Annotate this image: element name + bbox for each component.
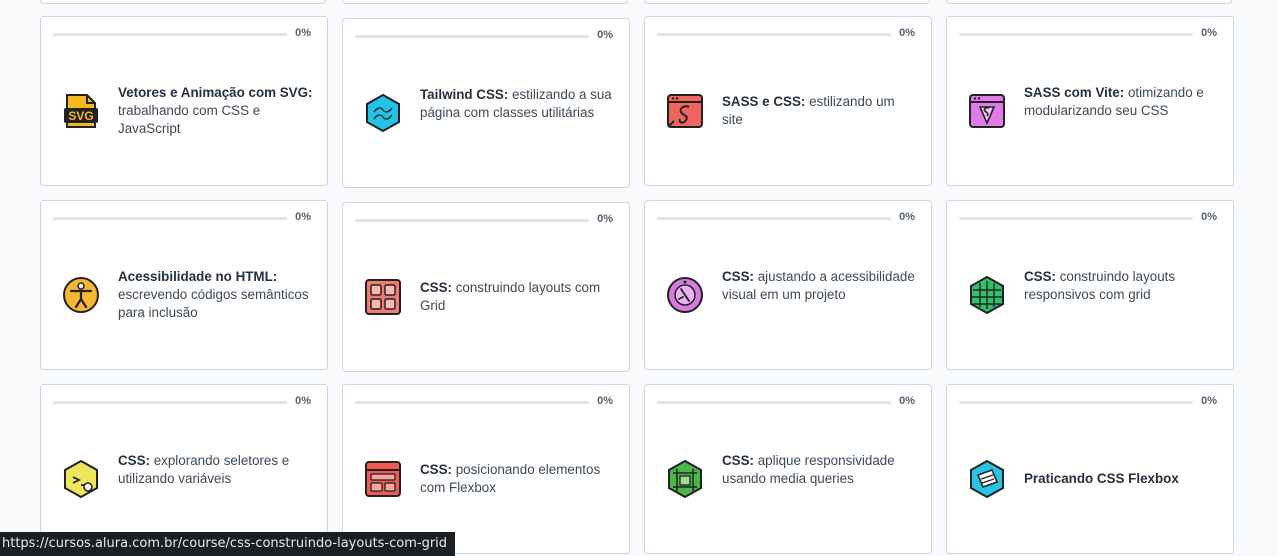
course-title: Acessibilidade no HTML: escrevendo códig… bbox=[118, 268, 314, 322]
sass-icon bbox=[665, 91, 705, 131]
progress-bar bbox=[355, 401, 589, 404]
svg-icon: SVG bbox=[61, 91, 101, 131]
progress-bar bbox=[959, 33, 1193, 36]
progress-percent: 0% bbox=[597, 213, 613, 225]
progress-percent: 0% bbox=[1201, 211, 1217, 223]
course-title-bold: CSS: bbox=[420, 462, 452, 477]
progress-bar bbox=[355, 219, 589, 222]
progress-bar bbox=[657, 33, 891, 36]
course-card[interactable]: 0% CSS: ajustando a acessibilidade visua… bbox=[644, 200, 932, 370]
progress-percent: 0% bbox=[1201, 27, 1217, 39]
card-partial-top bbox=[40, 0, 326, 4]
course-title: CSS: posicionando elementos com Flexbox bbox=[420, 461, 616, 497]
course-title-rest: trabalhando com CSS e JavaScript bbox=[118, 103, 261, 136]
course-card[interactable]: 0% CSS: explorando seletores e utilizand… bbox=[40, 384, 328, 554]
course-title-bold: CSS: bbox=[722, 453, 754, 468]
selectors-icon bbox=[61, 459, 101, 499]
course-title: SASS com Vite: otimizando e modularizand… bbox=[1024, 84, 1220, 120]
course-title: CSS: explorando seletores e utilizando v… bbox=[118, 452, 314, 488]
course-card[interactable]: 0% CSS: construindo layouts com Grid bbox=[342, 202, 630, 372]
responsive-grid-icon bbox=[967, 275, 1007, 315]
progress-percent: 0% bbox=[597, 29, 613, 41]
course-card[interactable]: 0% CSS: posicionando elementos com Flexb… bbox=[342, 384, 630, 554]
progress-percent: 0% bbox=[899, 395, 915, 407]
course-title-bold: Tailwind CSS: bbox=[420, 87, 509, 102]
course-title: CSS: ajustando a acessibilidade visual e… bbox=[722, 268, 918, 304]
status-bar-url: https://cursos.alura.com.br/course/css-c… bbox=[0, 532, 456, 556]
course-title: Praticando CSS Flexbox bbox=[1024, 470, 1220, 488]
course-title: Tailwind CSS: estilizando a sua página c… bbox=[420, 86, 616, 122]
card-partial-top bbox=[342, 0, 628, 4]
course-title-bold: Acessibilidade no HTML: bbox=[118, 269, 278, 284]
course-title: Vetores e Animação com SVG: trabalhando … bbox=[118, 84, 314, 138]
progress-bar bbox=[355, 35, 589, 38]
course-title-bold: SASS e CSS: bbox=[722, 94, 806, 109]
course-title: SASS e CSS: estilizando um site bbox=[722, 93, 918, 129]
course-card[interactable]: 0% Tailwind CSS: estilizando a sua págin… bbox=[342, 18, 630, 188]
course-card[interactable]: 0% CSS: construindo layouts responsivos … bbox=[946, 200, 1234, 370]
course-card[interactable]: 0% SVG Vetores e Animação com SVG: traba… bbox=[40, 16, 328, 186]
progress-percent: 0% bbox=[295, 211, 311, 223]
course-title-bold: Vetores e Animação com SVG: bbox=[118, 85, 313, 100]
course-title-bold: CSS: bbox=[420, 280, 452, 295]
course-card[interactable]: 0% SASS com Vite: otimizando e modulariz… bbox=[946, 16, 1234, 186]
course-title-bold: CSS: bbox=[118, 453, 150, 468]
course-title-bold: CSS: bbox=[1024, 269, 1056, 284]
course-title-bold: Praticando CSS Flexbox bbox=[1024, 471, 1179, 486]
svg-text:SVG: SVG bbox=[68, 109, 93, 123]
grid-layout-icon bbox=[363, 277, 403, 317]
progress-bar bbox=[657, 401, 891, 404]
course-title-rest: escrevendo códigos semânticos para inclu… bbox=[118, 287, 309, 320]
course-card[interactable]: 0% Praticando CSS Flexbox bbox=[946, 384, 1234, 554]
progress-bar bbox=[53, 401, 287, 404]
visual-accessibility-icon bbox=[665, 275, 705, 315]
progress-bar bbox=[959, 401, 1193, 404]
progress-bar bbox=[53, 33, 287, 36]
progress-bar bbox=[657, 217, 891, 220]
progress-percent: 0% bbox=[899, 27, 915, 39]
vite-icon bbox=[967, 91, 1007, 131]
course-title: CSS: construindo layouts responsivos com… bbox=[1024, 268, 1220, 304]
progress-bar bbox=[959, 217, 1193, 220]
progress-bar bbox=[53, 217, 287, 220]
accessibility-icon bbox=[61, 275, 101, 315]
card-partial-top bbox=[946, 0, 1232, 4]
progress-percent: 0% bbox=[295, 27, 311, 39]
tailwind-icon bbox=[363, 93, 403, 133]
course-title-bold: SASS com Vite: bbox=[1024, 85, 1125, 100]
course-card[interactable]: 0% CSS: aplique responsividade usando me… bbox=[644, 384, 932, 554]
card-partial-top bbox=[644, 0, 930, 4]
progress-percent: 0% bbox=[1201, 395, 1217, 407]
course-card[interactable]: 0% SASS e CSS: estilizando um site bbox=[644, 16, 932, 186]
flexbox-practice-icon bbox=[967, 459, 1007, 499]
progress-percent: 0% bbox=[295, 395, 311, 407]
course-card[interactable]: 0% Acessibilidade no HTML: escrevendo có… bbox=[40, 200, 328, 370]
flexbox-layout-icon bbox=[363, 459, 403, 499]
course-title: CSS: aplique responsividade usando media… bbox=[722, 452, 918, 488]
media-queries-icon bbox=[665, 459, 705, 499]
course-title-bold: CSS: bbox=[722, 269, 754, 284]
progress-percent: 0% bbox=[899, 211, 915, 223]
progress-percent: 0% bbox=[597, 395, 613, 407]
course-title: CSS: construindo layouts com Grid bbox=[420, 279, 616, 315]
